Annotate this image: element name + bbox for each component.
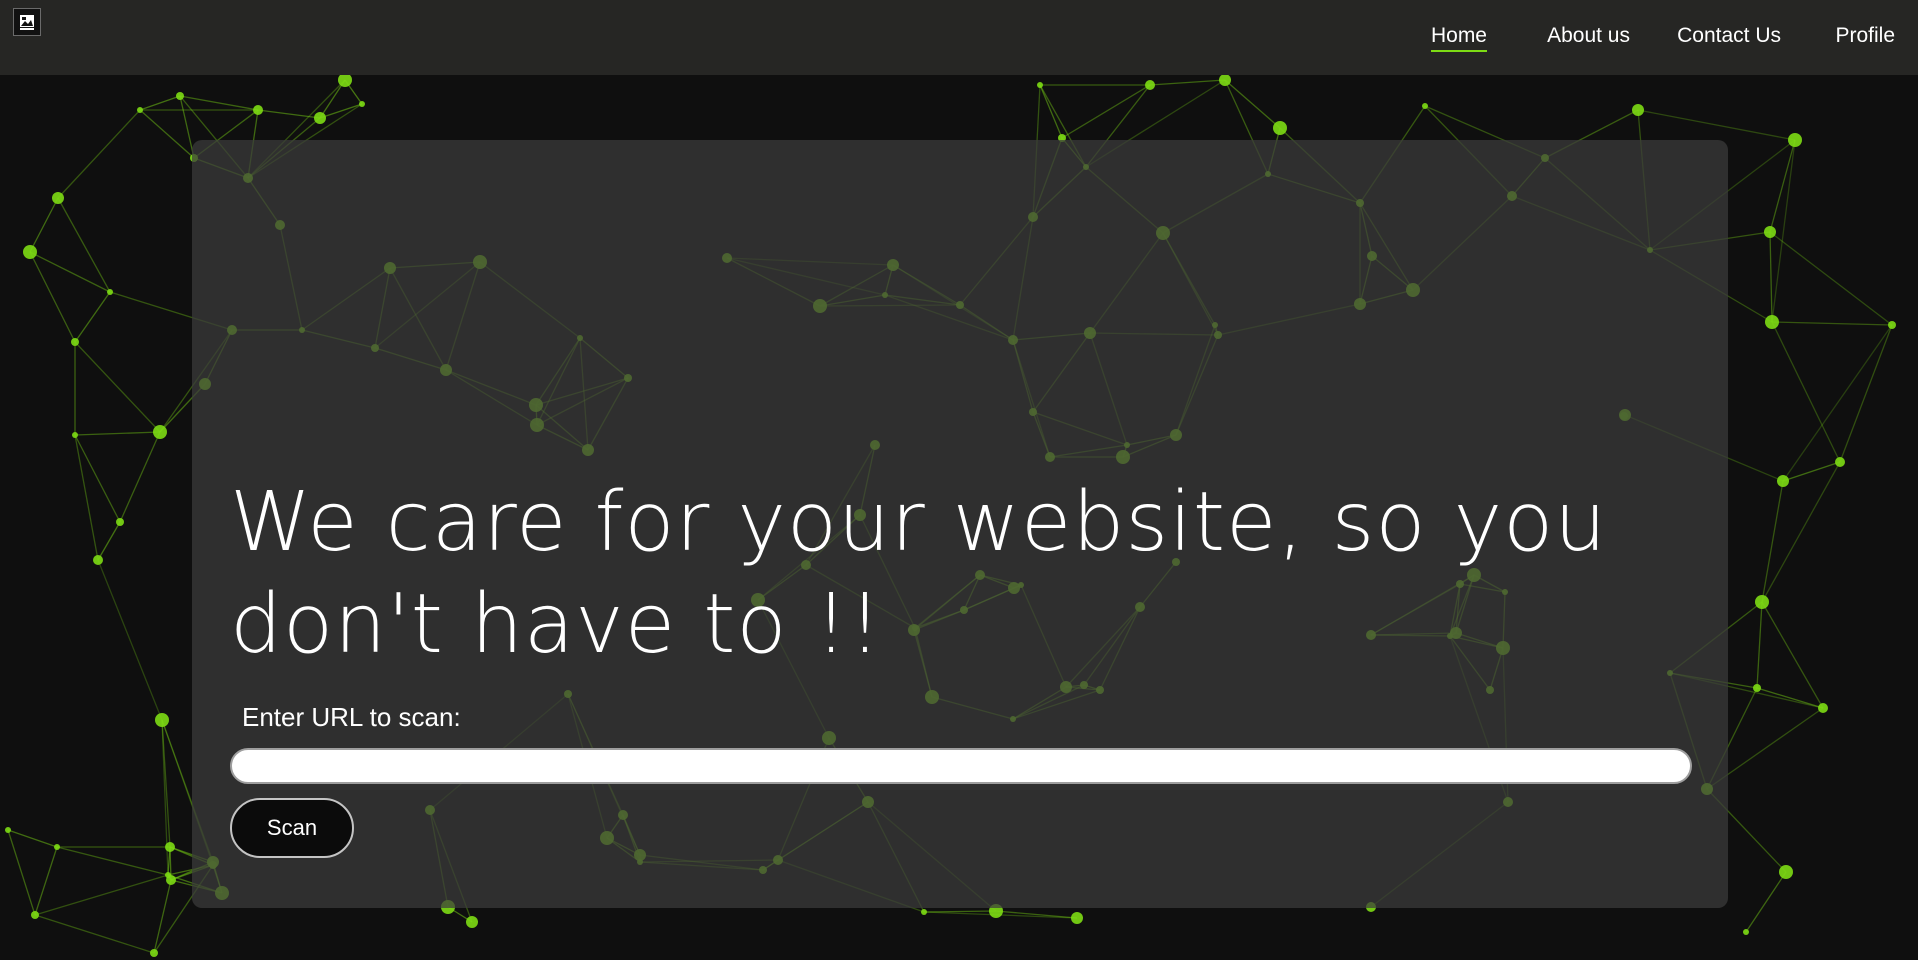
scan-button[interactable]: Scan xyxy=(230,798,354,858)
hero-headline: We care for your website, so you don't h… xyxy=(230,475,1608,672)
network-link xyxy=(34,914,155,954)
network-link xyxy=(74,291,111,343)
network-link xyxy=(34,874,169,916)
network-node xyxy=(23,245,37,259)
network-link xyxy=(1149,79,1226,86)
network-node xyxy=(1743,929,1749,935)
image-icon[interactable] xyxy=(13,8,41,36)
network-node xyxy=(93,555,103,565)
network-link xyxy=(74,434,99,561)
network-node xyxy=(116,518,124,526)
network-node xyxy=(153,425,167,439)
network-node xyxy=(338,73,352,87)
network-link xyxy=(1756,601,1763,689)
network-link xyxy=(1771,321,1893,326)
network-link xyxy=(1039,84,1063,139)
network-link xyxy=(1769,139,1796,233)
network-node xyxy=(466,916,478,928)
network-link xyxy=(153,879,172,954)
network-link xyxy=(1745,871,1787,933)
network-node xyxy=(1422,103,1428,109)
network-node xyxy=(1071,912,1083,924)
network-link xyxy=(74,341,161,433)
network-node xyxy=(1753,684,1761,692)
network-node xyxy=(137,107,143,113)
network-node xyxy=(314,112,326,124)
network-link xyxy=(34,846,58,916)
network-link xyxy=(1769,231,1773,323)
network-node xyxy=(1788,133,1802,147)
url-input[interactable] xyxy=(230,748,1692,784)
network-link xyxy=(1637,109,1796,141)
network-node xyxy=(1818,703,1828,713)
network-node xyxy=(921,909,927,915)
network-node xyxy=(1219,74,1231,86)
network-link xyxy=(7,829,58,848)
network-link xyxy=(119,431,161,523)
network-link xyxy=(29,197,59,253)
network-link xyxy=(1061,84,1151,139)
network-node xyxy=(72,432,78,438)
network-link xyxy=(97,559,163,721)
network-node xyxy=(1888,321,1896,329)
network-node xyxy=(1764,226,1776,238)
network-link xyxy=(97,521,121,561)
network-node xyxy=(1765,315,1779,329)
network-node xyxy=(165,842,175,852)
network-node xyxy=(52,192,64,204)
network-link xyxy=(1839,324,1893,463)
network-node xyxy=(166,875,176,885)
network-node xyxy=(31,911,39,919)
network-node xyxy=(1777,475,1789,487)
network-link xyxy=(7,829,36,916)
hero-content: We care for your website, so you don't h… xyxy=(192,140,1728,908)
network-link xyxy=(1771,321,1841,463)
network-node xyxy=(1632,104,1644,116)
network-node xyxy=(176,92,184,100)
network-link xyxy=(29,251,76,343)
network-link xyxy=(1224,79,1281,129)
network-link xyxy=(74,431,161,436)
network-node xyxy=(1273,121,1287,135)
network-node xyxy=(150,949,158,957)
network-link xyxy=(57,109,141,199)
network-link xyxy=(74,434,121,523)
network-link xyxy=(56,846,169,876)
nav-about-us[interactable]: About us xyxy=(1547,24,1630,48)
network-link xyxy=(139,109,195,159)
network-node xyxy=(1755,595,1769,609)
network-node xyxy=(1145,80,1155,90)
network-node xyxy=(1835,457,1845,467)
network-link xyxy=(139,95,181,111)
network-node xyxy=(1037,82,1043,88)
network-node xyxy=(5,827,11,833)
network-node xyxy=(71,338,79,346)
network-link xyxy=(57,197,111,293)
network-node xyxy=(54,844,60,850)
url-label: Enter URL to scan: xyxy=(242,702,461,732)
network-link xyxy=(923,910,997,913)
network-link xyxy=(29,251,111,293)
nav-profile[interactable]: Profile xyxy=(1835,24,1895,48)
network-node xyxy=(253,105,263,115)
network-node xyxy=(107,289,113,295)
network-node xyxy=(359,101,365,107)
network-node xyxy=(155,713,169,727)
network-link xyxy=(319,103,363,119)
network-node xyxy=(1779,865,1793,879)
network-link xyxy=(1769,231,1893,326)
nav-home[interactable]: Home xyxy=(1430,24,1487,52)
nav-contact-us[interactable]: Contact Us xyxy=(1677,24,1781,48)
network-link xyxy=(179,95,259,111)
navbar: Home About us Contact Us Profile xyxy=(0,0,1918,75)
